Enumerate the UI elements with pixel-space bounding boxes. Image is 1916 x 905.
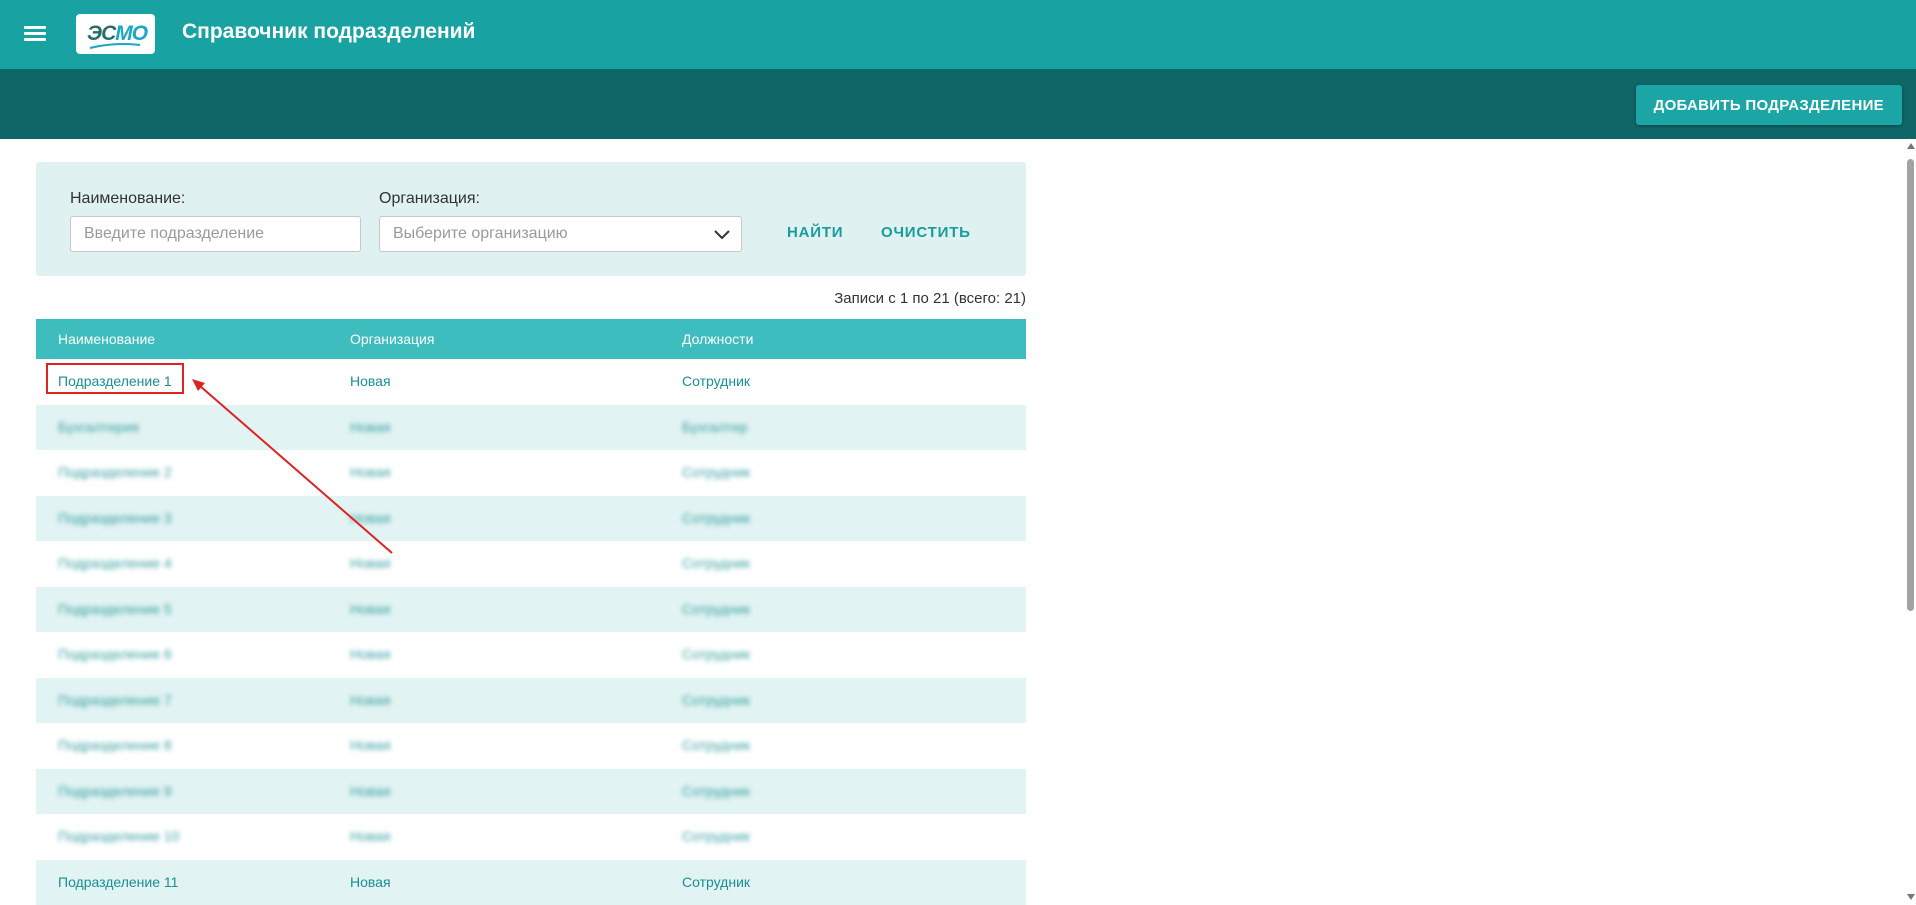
page-title: Справочник подразделений [182,20,475,44]
row-organization-link[interactable]: Новая [350,692,391,708]
row-organization-link[interactable]: Новая [350,464,391,480]
row-position-link[interactable]: Сотрудник [682,464,750,480]
table-row[interactable]: Бухгалтерия Новая Бухгалтер [36,405,1026,451]
table-row[interactable]: Подразделение 2 Новая Сотрудник [36,450,1026,496]
table-row[interactable]: Подразделение 1 Новая Сотрудник [36,359,1026,405]
row-organization-link[interactable]: Новая [350,737,391,753]
column-header-positions[interactable]: Должности [682,331,753,347]
name-filter-label: Наименование: [70,190,185,208]
row-position-link[interactable]: Сотрудник [682,692,750,708]
row-position-link[interactable]: Сотрудник [682,874,750,890]
row-name-link[interactable]: Подразделение 6 [58,646,172,662]
row-organization-link[interactable]: Новая [350,828,391,844]
org-filter-label: Организация: [379,190,480,208]
row-name-link[interactable]: Подразделение 2 [58,464,172,480]
row-position-link[interactable]: Сотрудник [682,828,750,844]
add-department-button[interactable]: ДОБАВИТЬ ПОДРАЗДЕЛЕНИЕ [1636,85,1902,125]
row-organization-link[interactable]: Новая [350,646,391,662]
row-name-link[interactable]: Подразделение 8 [58,737,172,753]
hamburger-menu-icon[interactable] [24,23,48,43]
table-row[interactable]: Подразделение 10 Новая Сотрудник [36,814,1026,860]
table-row[interactable]: Подразделение 11 Новая Сотрудник [36,860,1026,905]
row-name-link[interactable]: Подразделение 1 [58,373,172,389]
row-organization-link[interactable]: Новая [350,419,391,435]
row-name-link[interactable]: Подразделение 3 [58,510,172,526]
row-position-link[interactable]: Сотрудник [682,555,750,571]
logo-swoosh-icon [88,40,142,50]
row-name-link[interactable]: Подразделение 9 [58,783,172,799]
name-filter-input[interactable] [70,216,361,252]
table-body: Подразделение 1 Новая Сотрудник Бухгалтерия… [36,359,1026,905]
row-name-link[interactable]: Подразделение 7 [58,692,172,708]
row-name-link[interactable]: Подразделение 11 [58,874,178,890]
column-header-organization[interactable]: Организация [350,331,434,347]
clear-button[interactable]: ОЧИСТИТЬ [881,224,971,241]
org-filter-select[interactable]: Выберите организацию [379,216,742,252]
scroll-up-arrow-icon[interactable] [1907,143,1915,149]
org-select-placeholder: Выберите организацию [393,225,568,242]
records-count: Записи с 1 по 21 (всего: 21) [760,290,1026,307]
row-name-link[interactable]: Подразделение 4 [58,555,172,571]
row-position-link[interactable]: Сотрудник [682,510,750,526]
row-organization-link[interactable]: Новая [350,555,391,571]
app-logo[interactable]: ЭСМО [76,14,155,54]
row-position-link[interactable]: Сотрудник [682,737,750,753]
action-toolbar: ДОБАВИТЬ ПОДРАЗДЕЛЕНИЕ [0,69,1916,139]
row-organization-link[interactable]: Новая [350,874,391,890]
row-organization-link[interactable]: Новая [350,510,391,526]
table-row[interactable]: Подразделение 9 Новая Сотрудник [36,769,1026,815]
table-row[interactable]: Подразделение 7 Новая Сотрудник [36,678,1026,724]
column-header-name[interactable]: Наименование [58,331,155,347]
filter-panel: Наименование: Организация: Выберите орга… [36,162,1026,276]
row-organization-link[interactable]: Новая [350,783,391,799]
table-row[interactable]: Подразделение 4 Новая Сотрудник [36,541,1026,587]
row-position-link[interactable]: Бухгалтер [682,419,747,435]
table-row[interactable]: Подразделение 6 Новая Сотрудник [36,632,1026,678]
vertical-scrollbar[interactable] [1905,139,1916,904]
find-button[interactable]: НАЙТИ [787,224,843,241]
table-header: Наименование Организация Должности [36,319,1026,359]
table-row[interactable]: Подразделение 8 Новая Сотрудник [36,723,1026,769]
row-organization-link[interactable]: Новая [350,373,391,389]
row-name-link[interactable]: Подразделение 5 [58,601,172,617]
row-position-link[interactable]: Сотрудник [682,601,750,617]
scrollbar-thumb[interactable] [1907,159,1914,611]
scroll-down-arrow-icon[interactable] [1907,894,1915,900]
row-name-link[interactable]: Подразделение 10 [58,828,179,844]
table-row[interactable]: Подразделение 3 Новая Сотрудник [36,496,1026,542]
app-header: ЭСМО Справочник подразделений [0,0,1916,69]
row-position-link[interactable]: Сотрудник [682,373,750,389]
departments-table: Наименование Организация Должности Подра… [36,319,1026,905]
row-position-link[interactable]: Сотрудник [682,783,750,799]
row-position-link[interactable]: Сотрудник [682,646,750,662]
row-organization-link[interactable]: Новая [350,601,391,617]
table-row[interactable]: Подразделение 5 Новая Сотрудник [36,587,1026,633]
row-name-link[interactable]: Бухгалтерия [58,419,139,435]
chevron-down-icon [713,226,731,242]
